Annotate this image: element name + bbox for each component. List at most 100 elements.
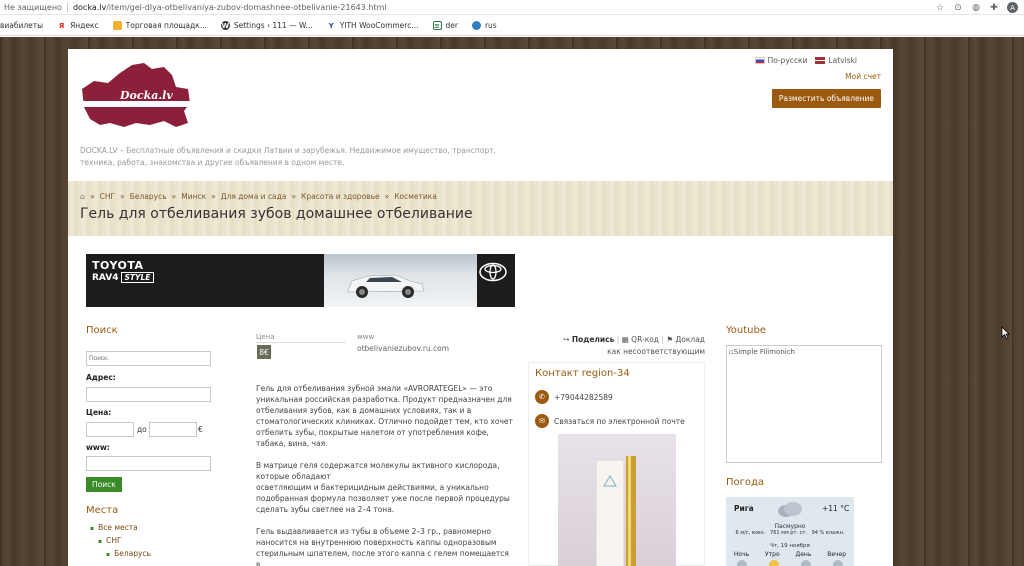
weather-city: Рига — [734, 504, 754, 513]
latvia-flag-icon — [815, 57, 826, 64]
weather-details: 6 м/с, южн. 761 мм рт. ст. 94 % влажн. — [735, 530, 845, 536]
search-button[interactable]: Поиск — [86, 477, 122, 492]
address-bar[interactable]: Не защищено docka.lv/item/gel-dlya-otbel… — [0, 0, 1024, 15]
weather-heading: Погода — [726, 477, 765, 488]
my-account-link[interactable]: Мой счет — [845, 72, 881, 81]
price-min-input[interactable] — [86, 422, 134, 437]
price-to-label: до — [137, 425, 147, 434]
bookmark-label: Торговая площадк... — [125, 21, 207, 30]
place-item[interactable]: СНГ — [98, 535, 216, 548]
bookmark-2[interactable]: Я Яндекс — [57, 21, 99, 30]
weather-period: Утро — [765, 551, 780, 558]
cloud-icon — [737, 560, 747, 566]
bookmark-3[interactable]: Торговая площадк... — [112, 21, 207, 30]
flag-icon: ⚑ — [666, 335, 674, 344]
phone-icon: ✆ — [535, 390, 549, 404]
www-link[interactable]: otbelivaniezubov.ru.com — [357, 344, 449, 353]
place-item[interactable]: Все места — [90, 522, 216, 535]
places-list: Все места СНГ Беларусь — [86, 522, 216, 561]
yandex-icon: Я — [58, 21, 65, 30]
bookmark-4[interactable]: W Settings ‹ 111 — W... — [220, 21, 313, 30]
listing-actions: ↪ Поделись | ▦ QR-код | ⚑ Доклад как нес… — [550, 334, 705, 358]
logo-text: Docka.lv — [119, 89, 173, 102]
breadcrumb-item[interactable]: Беларусь — [130, 192, 167, 201]
email-link-label: Связаться по электронной почте — [554, 416, 685, 426]
contact-email[interactable]: ✉ Связаться по электронной почте — [535, 414, 685, 428]
bookmarks-bar: виабилеты Я Яндекс Торговая площадк... WS… — [0, 16, 1024, 36]
cloud-icon — [778, 502, 802, 517]
lang-lv-link[interactable]: Latviski — [815, 56, 857, 65]
price-label: Цена: — [86, 408, 112, 417]
product-tube-illustration — [595, 456, 636, 566]
currency-label: € — [198, 425, 203, 434]
breadcrumb-item[interactable]: СНГ — [100, 192, 115, 201]
description-paragraph: Гель для отбеливания зубной эмали «AVROR… — [256, 384, 513, 448]
bookmark-label: Settings ‹ 111 — W... — [233, 21, 313, 30]
color-picker-icon[interactable]: ◍ — [971, 3, 981, 13]
shop-icon — [112, 21, 122, 30]
site-logo[interactable]: Docka.lv — [80, 61, 192, 133]
description-paragraph: Гель выдавливается из тубы в объеме 2–3 … — [256, 527, 509, 566]
search-input[interactable] — [86, 351, 211, 366]
qr-link[interactable]: ▦ QR-код — [622, 335, 659, 344]
extensions-icon[interactable]: ✚ — [989, 3, 999, 13]
ad-banner[interactable]: TOYOTA RAV4 STYLE — [86, 254, 515, 307]
price-value: 8€ — [257, 345, 271, 359]
weather-period-icons — [726, 560, 854, 566]
site-tagline: DOCKA.LV – Бесплатные объявления и скидк… — [80, 146, 496, 167]
lang-ru-link[interactable]: По-русски — [754, 56, 807, 65]
place-item[interactable]: Беларусь — [106, 548, 216, 561]
bookmark-5[interactable]: Y YITH WooCommerc... — [327, 21, 419, 30]
share-icon: ↪ — [563, 335, 570, 344]
banner-edition: STYLE — [120, 272, 155, 283]
price-field-label: Цена — [256, 333, 275, 341]
bookmark-label: виабилеты — [0, 21, 44, 30]
breadcrumb-item[interactable]: Косметика — [394, 192, 437, 201]
youtube-alt-text: Simple Filimonich — [733, 348, 795, 356]
page-container: Docka.lv DOCKA.LV – Бесплатные объявлени… — [68, 49, 893, 566]
share-link[interactable]: ↪ Поделись — [563, 335, 614, 344]
breadcrumb-sep: » — [291, 192, 297, 201]
profile-avatar[interactable]: A — [1007, 2, 1018, 13]
breadcrumb-sep: » — [120, 192, 125, 201]
breadcrumb: ⌂ » СНГ » Беларусь » Минск » Для дома и … — [80, 192, 437, 201]
car-image — [347, 274, 425, 298]
post-ad-button[interactable]: Разместить объявление — [771, 89, 881, 108]
weather-periods: Ночь Утро День Вечер — [726, 551, 854, 558]
weather-period: Ночь — [733, 551, 750, 558]
breadcrumb-item[interactable]: Красота и здоровье — [301, 192, 380, 201]
bookmark-7[interactable]: rus — [471, 21, 497, 30]
breadcrumb-sep: » — [90, 192, 95, 201]
www-filter-label: www: — [86, 443, 110, 452]
phone-number: +79044282589 — [554, 392, 613, 402]
url-text[interactable]: docka.lv/item/gel-dlya-otbelivaniya-zubo… — [73, 3, 387, 12]
address-input[interactable] — [86, 387, 211, 402]
weather-temp: +11 °C — [822, 504, 850, 513]
lang-lv-label: Latviski — [828, 56, 857, 65]
qr-label: QR-код — [631, 335, 659, 344]
breadcrumb-item[interactable]: Минск — [181, 192, 206, 201]
contact-phone[interactable]: ✆ +79044282589 — [535, 390, 613, 404]
product-image[interactable] — [558, 434, 676, 566]
contact-box: Контакт region-34 ✆ +79044282589 ✉ Связа… — [528, 362, 705, 566]
weather-widget[interactable]: Рига +11 °C Пасмурно 6 м/с, южн. 761 мм … — [726, 497, 854, 566]
home-icon[interactable]: ⌂ — [80, 192, 85, 201]
weather-date: Чт, 19 ноября — [770, 543, 810, 549]
cloud-icon — [801, 560, 811, 566]
left-sidebar: Поиск Адрес: Цена: до € www: Поиск Места… — [86, 325, 216, 558]
bookmark-1[interactable]: виабилеты — [0, 21, 43, 30]
zoom-icon[interactable]: ⊙ — [953, 3, 963, 13]
price-max-input[interactable] — [149, 422, 197, 437]
bookmark-6[interactable]: ≡ der — [432, 21, 458, 30]
yith-icon: Y — [328, 21, 334, 30]
action-sep: | — [661, 335, 664, 344]
youtube-embed[interactable]: ▫Simple Filimonich — [726, 345, 882, 463]
www-input[interactable] — [86, 456, 211, 471]
star-icon[interactable]: ☆ — [935, 3, 945, 13]
weather-period: Вечер — [827, 551, 847, 558]
language-switcher: По-русски Latviski — [754, 56, 857, 65]
contact-heading: Контакт region-34 — [535, 368, 630, 379]
breadcrumb-item[interactable]: Для дома и сада — [221, 192, 287, 201]
places-heading: Места — [86, 505, 119, 516]
listing-description: Гель для отбеливания зубной эмали «AVROR… — [256, 383, 514, 566]
